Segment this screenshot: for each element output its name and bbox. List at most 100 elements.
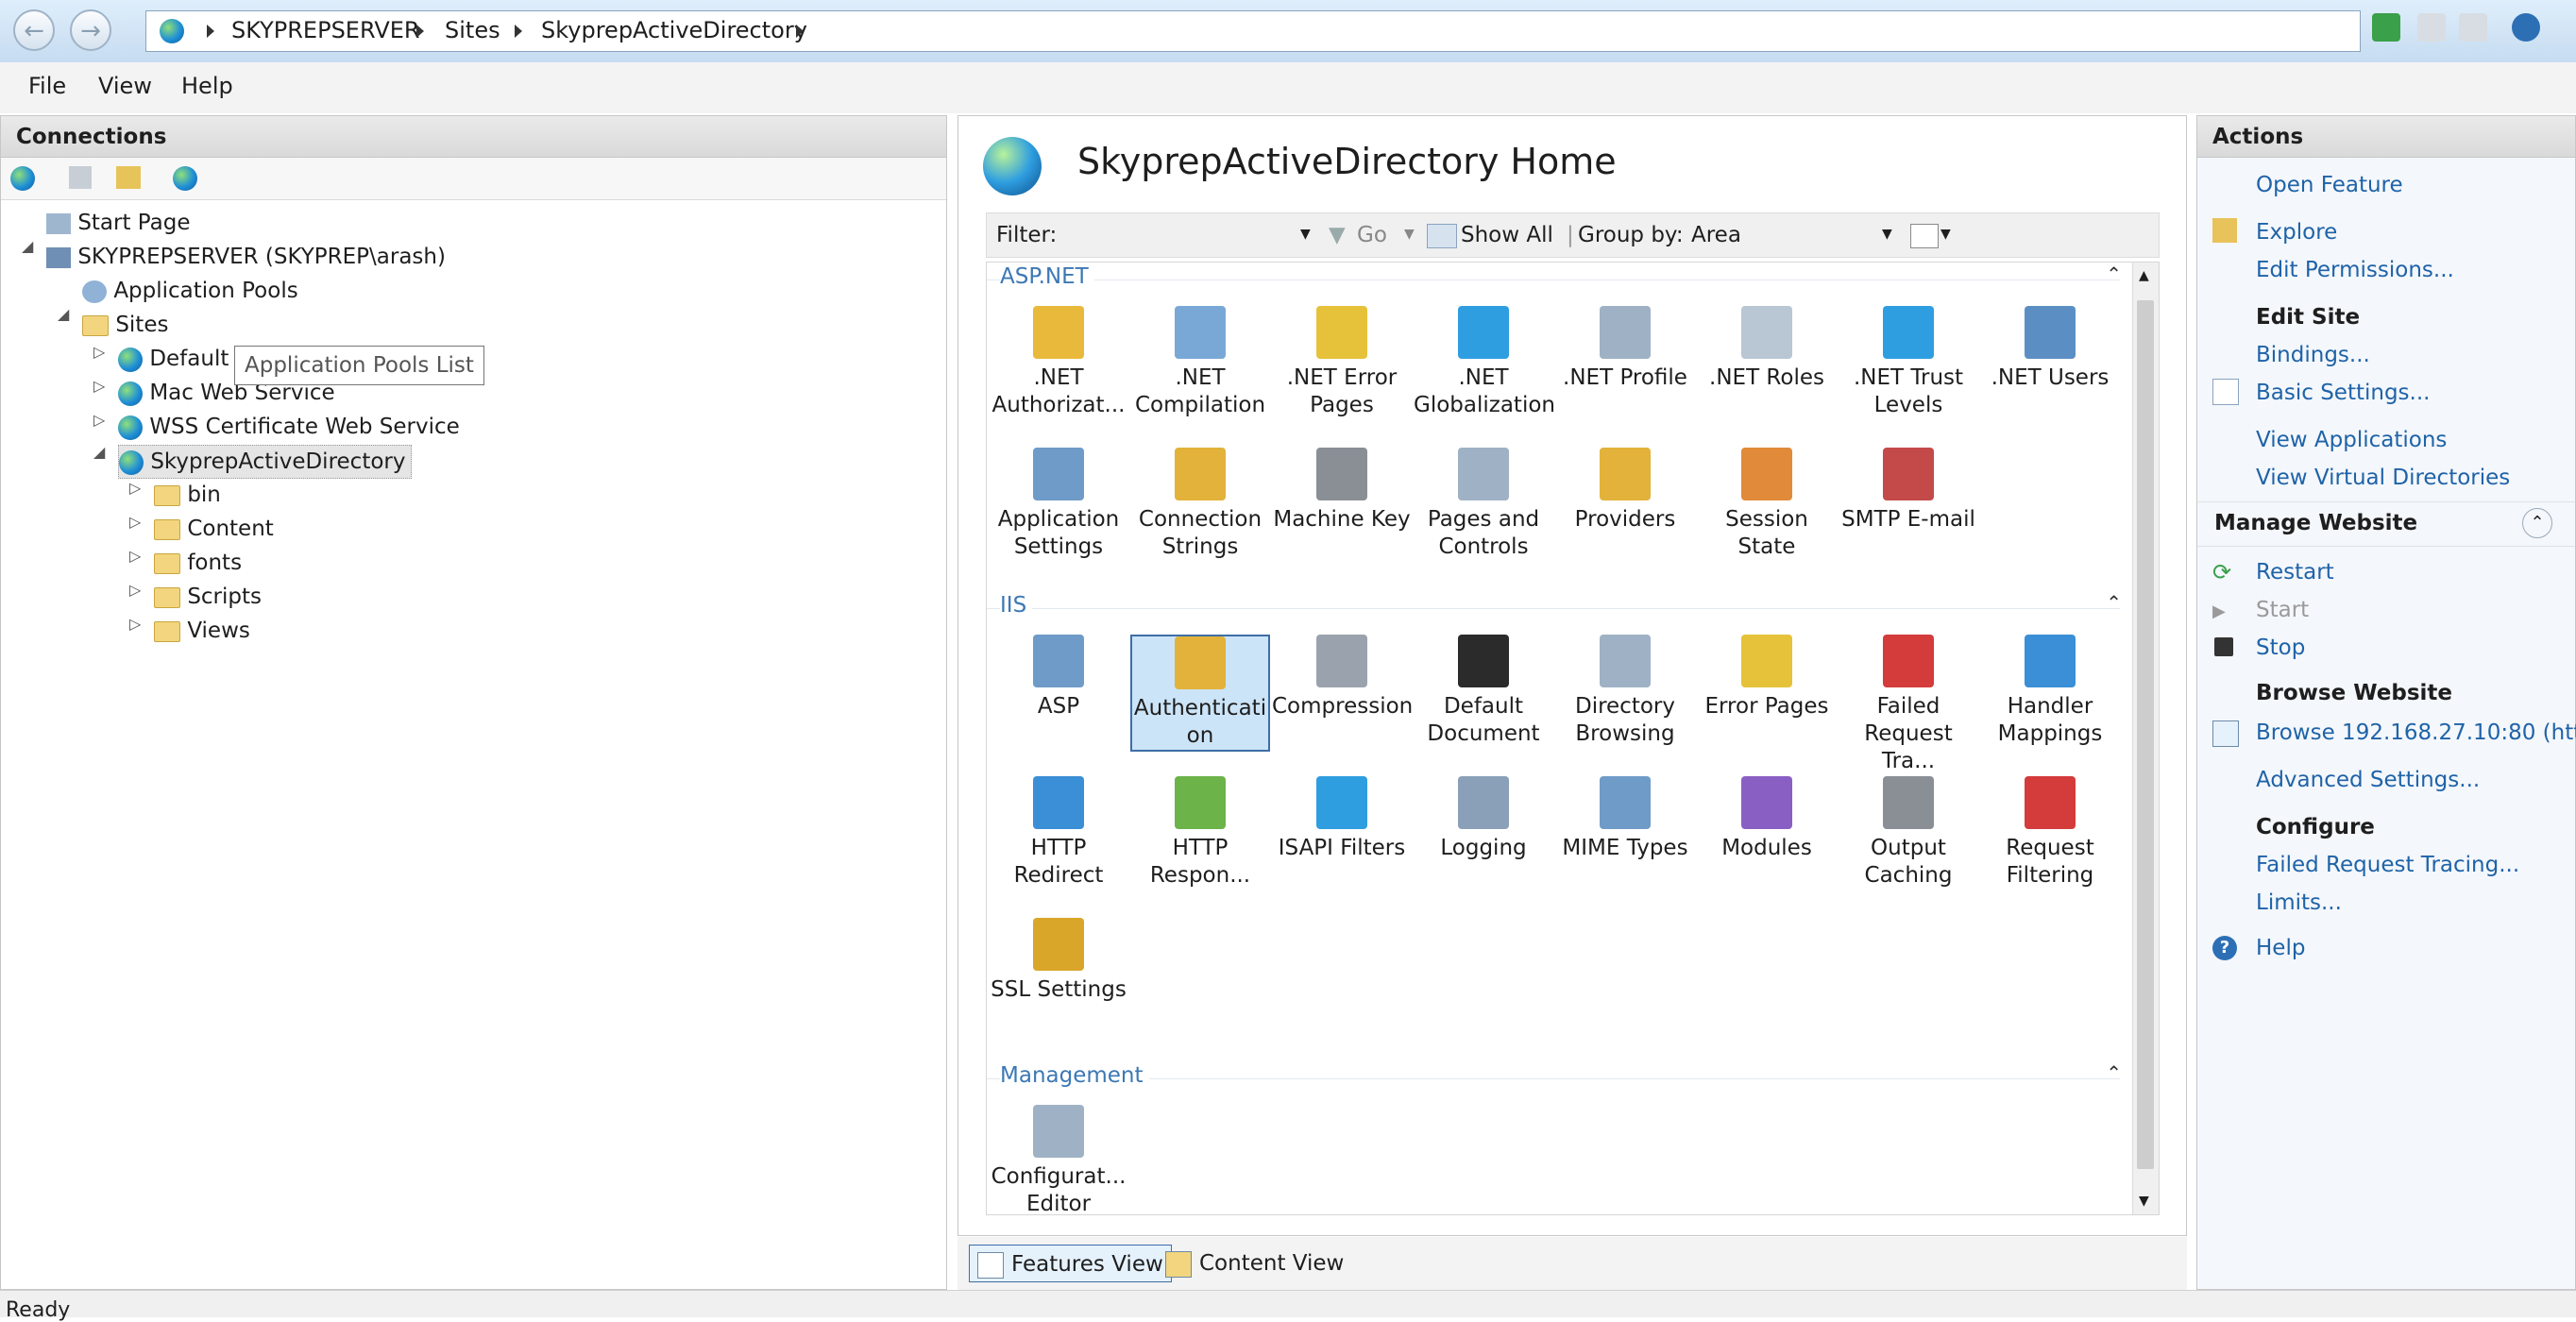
collapse-icon[interactable]: ◢ <box>22 237 33 255</box>
chevron-right-icon[interactable] <box>796 25 804 38</box>
tab-features-view[interactable]: Features View <box>969 1245 1172 1282</box>
feature-handler-mappings[interactable]: Handler Mappings <box>1980 635 2120 748</box>
feature-globe-check[interactable]: .NET Trust Levels <box>1839 306 1978 419</box>
feature-redirect[interactable]: HTTP Redirect <box>989 776 1128 890</box>
tree-item-views[interactable]: Views <box>154 615 250 647</box>
chevron-up-icon[interactable]: ⌃ <box>2106 591 2122 614</box>
filter-input[interactable] <box>1077 221 1295 249</box>
scroll-down-icon[interactable]: ▼ <box>2139 1194 2149 1209</box>
view-applications-link[interactable]: View Applications <box>2256 428 2447 452</box>
connect-icon[interactable] <box>10 166 35 191</box>
collapse-icon[interactable]: ◢ <box>93 443 105 461</box>
expand-icon[interactable]: ▷ <box>129 615 141 633</box>
open-feature-link[interactable]: Open Feature <box>2256 173 2403 197</box>
help-link[interactable]: Help <box>2256 936 2305 960</box>
manage-website-header[interactable]: Manage Website ⌃ <box>2197 501 2575 547</box>
tree-item-default[interactable]: Default <box>118 343 229 375</box>
feature-providers[interactable]: Providers <box>1555 448 1695 534</box>
feature-response[interactable]: HTTP Respon... <box>1130 776 1270 890</box>
expand-icon[interactable]: ▷ <box>129 547 141 565</box>
breadcrumb-site[interactable]: SkyprepActiveDirectory <box>541 17 807 43</box>
tree-item-fonts[interactable]: fonts <box>154 547 242 579</box>
home-icon[interactable] <box>2459 13 2487 42</box>
expand-icon[interactable]: ▷ <box>93 343 105 361</box>
feature-warning-404[interactable]: .NET Error Pages <box>1272 306 1412 419</box>
breadcrumb-sites[interactable]: Sites <box>445 17 500 43</box>
menu-help[interactable]: Help <box>181 73 233 99</box>
go-button[interactable]: Go <box>1357 223 1387 247</box>
group-iis-header[interactable]: IIS ⌃ <box>987 591 2135 623</box>
chevron-up-icon[interactable]: ⌃ <box>2106 263 2122 285</box>
edit-permissions-link[interactable]: Edit Permissions... <box>2256 258 2454 282</box>
tree-item-sites[interactable]: Sites <box>82 309 168 341</box>
feature-default-document[interactable]: Default Document <box>1414 635 1553 748</box>
group-by-dropdown-icon[interactable]: ▼ <box>1882 227 1892 242</box>
expand-icon[interactable]: ▷ <box>93 377 105 395</box>
bindings-link[interactable]: Bindings... <box>2256 343 2370 367</box>
basic-settings-link[interactable]: Basic Settings... <box>2256 381 2430 405</box>
view-mode-icon[interactable] <box>1910 224 1939 248</box>
explore-link[interactable]: Explore <box>2256 220 2337 245</box>
tab-content-view[interactable]: Content View <box>1158 1245 1351 1282</box>
go-dropdown-icon[interactable]: ▼ <box>1404 227 1415 242</box>
scroll-thumb[interactable] <box>2137 300 2154 1169</box>
feature-key[interactable]: Machine Key <box>1272 448 1412 534</box>
show-all-button[interactable]: Show All <box>1461 223 1553 247</box>
feature-config-editor[interactable]: Configurat... Editor <box>989 1105 1128 1214</box>
feature-email[interactable]: SMTP E-mail <box>1839 448 1978 534</box>
limits-link[interactable]: Limits... <box>2256 890 2342 915</box>
save-icon[interactable] <box>69 166 92 189</box>
menu-file[interactable]: File <box>28 73 66 99</box>
tree-item-bin[interactable]: bin <box>154 479 221 511</box>
group-management-header[interactable]: Management ⌃ <box>987 1061 2135 1093</box>
feature-settings-list[interactable]: Application Settings <box>989 448 1128 561</box>
feature-users[interactable]: .NET Users <box>1980 306 2120 392</box>
tree-item-app-pools[interactable]: Application Pools <box>82 275 298 307</box>
restart-link[interactable]: Restart <box>2256 560 2334 585</box>
menu-view[interactable]: View <box>98 73 152 99</box>
expand-icon[interactable]: ▷ <box>129 581 141 599</box>
feature-stack[interactable]: .NET Compilation <box>1130 306 1270 419</box>
feature-filter-globe[interactable]: ISAPI Filters <box>1272 776 1412 862</box>
collapse-icon[interactable]: ⌃ <box>2522 508 2552 538</box>
tree-item-skyprep-active-directory[interactable]: SkyprepActiveDirectory <box>118 445 413 479</box>
tree-item-start-page[interactable]: Start Page <box>46 207 191 239</box>
feature-failed-request[interactable]: Failed Request Tra... <box>1839 635 1978 775</box>
feature-authentication[interactable]: Authenticati on <box>1130 635 1270 752</box>
feature-pages[interactable]: Pages and Controls <box>1414 448 1553 561</box>
feature-directory-browsing[interactable]: Directory Browsing <box>1555 635 1695 748</box>
vertical-scrollbar[interactable]: ▲ ▼ <box>2132 263 2159 1214</box>
disconnect-icon[interactable] <box>173 166 197 191</box>
failed-request-tracing-link[interactable]: Failed Request Tracing... <box>2256 853 2519 877</box>
feature-lock-document[interactable]: .NET Authorizat... <box>989 306 1128 419</box>
feature-database[interactable]: Connection Strings <box>1130 448 1270 561</box>
tree-item-wss-cert[interactable]: WSS Certificate Web Service <box>118 411 460 443</box>
stop-icon[interactable] <box>2417 13 2446 42</box>
tree-item-server[interactable]: SKYPREPSERVER (SKYPREP\arash) <box>46 241 446 273</box>
feature-logging[interactable]: Logging <box>1414 776 1553 862</box>
feature-compression[interactable]: Compression <box>1272 635 1413 720</box>
breadcrumb-server[interactable]: SKYPREPSERVER <box>231 17 420 43</box>
up-folder-icon[interactable] <box>116 166 141 189</box>
expand-icon[interactable]: ▷ <box>129 479 141 497</box>
feature-output-caching[interactable]: Output Caching <box>1839 776 1978 890</box>
start-link[interactable]: Start <box>2256 598 2309 622</box>
group-by-select[interactable]: Area <box>1691 223 1741 247</box>
view-mode-dropdown-icon[interactable]: ▼ <box>1940 227 1951 242</box>
expand-icon[interactable]: ▷ <box>129 513 141 531</box>
feature-padlock[interactable]: SSL Settings <box>989 918 1128 1004</box>
help-icon[interactable] <box>2512 13 2540 42</box>
forward-button[interactable]: → <box>70 9 111 51</box>
feature-session[interactable]: Session State <box>1697 448 1837 561</box>
scroll-up-icon[interactable]: ▲ <box>2139 268 2149 283</box>
expand-icon[interactable]: ▷ <box>93 411 105 429</box>
chevron-up-icon[interactable]: ⌃ <box>2106 1061 2122 1084</box>
feature-modules[interactable]: Modules <box>1697 776 1837 862</box>
tree-item-scripts[interactable]: Scripts <box>154 581 262 613</box>
browse-link[interactable]: Browse 192.168.27.10:80 (http) <box>2256 720 2576 745</box>
advanced-settings-link[interactable]: Advanced Settings... <box>2256 768 2480 792</box>
view-virtual-directories-link[interactable]: View Virtual Directories <box>2256 466 2510 490</box>
feature-request-filtering[interactable]: Request Filtering <box>1980 776 2120 890</box>
filter-dropdown-icon[interactable]: ▼ <box>1300 227 1311 242</box>
feature-mime[interactable]: MIME Types <box>1555 776 1695 862</box>
